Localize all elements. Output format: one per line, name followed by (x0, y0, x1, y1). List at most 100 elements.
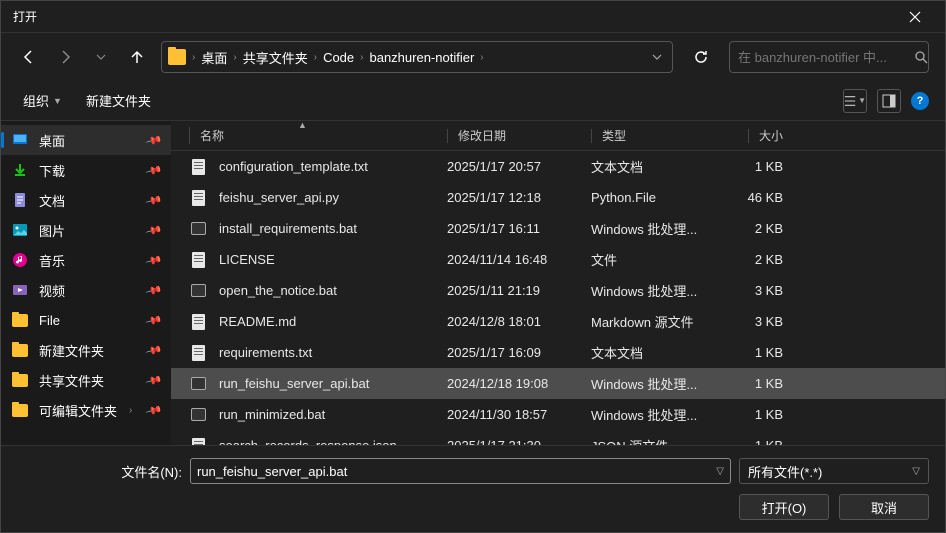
file-size: 1 KB (721, 345, 791, 360)
file-row[interactable]: requirements.txt 2025/1/17 16:09 文本文档 1 … (171, 337, 945, 368)
column-header-size[interactable]: 大小 (721, 127, 791, 144)
window-title: 打开 (9, 8, 893, 25)
file-type: 文本文档 (591, 157, 721, 176)
file-type: Windows 批处理... (591, 219, 721, 238)
sidebar-item-File[interactable]: File 📌 (1, 305, 171, 335)
sidebar-item-音乐[interactable]: 音乐 📌 (1, 245, 171, 275)
navbar: › 桌面 › 共享文件夹 › Code › banzhuren-notifier… (1, 33, 945, 81)
sidebar-item-label: 桌面 (39, 131, 65, 150)
breadcrumb-item[interactable]: banzhuren-notifier (369, 50, 474, 65)
pin-icon: 📌 (145, 221, 163, 239)
file-size: 2 KB (721, 221, 791, 236)
file-row[interactable]: search_records_response.json 2025/1/17 2… (171, 430, 945, 445)
file-date: 2025/1/11 21:19 (447, 283, 591, 298)
view-button[interactable]: ▼ (843, 89, 867, 113)
filename-field[interactable]: ▽ (190, 458, 731, 484)
pin-icon: 📌 (145, 281, 163, 299)
column-header-date[interactable]: 修改日期 (447, 127, 591, 144)
file-row[interactable]: feishu_server_api.py 2025/1/17 12:18 Pyt… (171, 182, 945, 213)
breadcrumb-item[interactable]: 桌面 (201, 48, 227, 67)
file-date: 2025/1/17 16:11 (447, 221, 591, 236)
file-row[interactable]: README.md 2024/12/8 18:01 Markdown 源文件 3… (171, 306, 945, 337)
sidebar-item-共享文件夹[interactable]: 共享文件夹 📌 (1, 365, 171, 395)
pin-icon: 📌 (145, 341, 163, 359)
file-row[interactable]: run_feishu_server_api.bat 2024/12/18 19:… (171, 368, 945, 399)
cancel-button[interactable]: 取消 (839, 494, 929, 520)
sidebar-item-可编辑文件夹[interactable]: 可编辑文件夹 › 📌 (1, 395, 171, 425)
close-button[interactable] (893, 1, 937, 32)
file-icon (189, 251, 207, 269)
chevron-right-icon: › (129, 405, 132, 416)
sidebar-item-视频[interactable]: 视频 📌 (1, 275, 171, 305)
forward-button[interactable] (53, 45, 77, 69)
file-date: 2024/12/8 18:01 (447, 314, 591, 329)
file-name: search_records_response.json (219, 438, 397, 445)
file-icon (189, 313, 207, 331)
back-button[interactable] (17, 45, 41, 69)
file-icon (189, 189, 207, 207)
chevron-right-icon: › (314, 52, 317, 63)
file-type: 文件 (591, 250, 721, 269)
chevron-down-icon: ▼ (53, 96, 62, 106)
search-icon (914, 50, 928, 64)
file-type: 文本文档 (591, 343, 721, 362)
chevron-down-icon[interactable] (648, 48, 666, 66)
recent-dropdown[interactable] (89, 45, 113, 69)
sidebar-item-桌面[interactable]: 桌面 📌 (1, 125, 171, 155)
file-size: 3 KB (721, 314, 791, 329)
file-name: run_minimized.bat (219, 407, 325, 422)
column-headers: ▲ 名称 修改日期 类型 大小 (171, 121, 945, 151)
preview-button[interactable] (877, 89, 901, 113)
chevron-down-icon[interactable]: ▽ (716, 466, 724, 477)
file-icon (189, 220, 207, 238)
sidebar-item-图片[interactable]: 图片 📌 (1, 215, 171, 245)
filename-input[interactable] (197, 464, 716, 479)
folder-icon (11, 401, 29, 419)
sidebar-item-文档[interactable]: 文档 📌 (1, 185, 171, 215)
folder-icon (11, 311, 29, 329)
help-button[interactable]: ? (911, 92, 929, 110)
open-dialog: 打开 › 桌面 › 共享文件夹 › Code › banzhuren-notif… (0, 0, 946, 533)
file-size: 3 KB (721, 283, 791, 298)
file-date: 2024/11/30 18:57 (447, 407, 591, 422)
sidebar-item-新建文件夹[interactable]: 新建文件夹 📌 (1, 335, 171, 365)
file-row[interactable]: install_requirements.bat 2025/1/17 16:11… (171, 213, 945, 244)
file-row[interactable]: configuration_template.txt 2025/1/17 20:… (171, 151, 945, 182)
file-size: 1 KB (721, 407, 791, 422)
sidebar-item-下载[interactable]: 下载 📌 (1, 155, 171, 185)
column-header-type[interactable]: 类型 (591, 127, 721, 144)
breadcrumb-item[interactable]: 共享文件夹 (243, 48, 308, 67)
file-row[interactable]: run_minimized.bat 2024/11/30 18:57 Windo… (171, 399, 945, 430)
chevron-right-icon: › (233, 52, 236, 63)
sidebar-item-label: 文档 (39, 191, 65, 210)
refresh-button[interactable] (685, 41, 717, 73)
download-icon (11, 161, 29, 179)
file-row[interactable]: open_the_notice.bat 2025/1/11 21:19 Wind… (171, 275, 945, 306)
column-header-name[interactable]: 名称 (189, 127, 447, 144)
file-date: 2024/12/18 19:08 (447, 376, 591, 391)
pin-icon: 📌 (145, 371, 163, 389)
file-name: requirements.txt (219, 345, 312, 360)
folder-icon (168, 49, 186, 65)
file-list: ▲ 名称 修改日期 类型 大小 configuration_template.t… (171, 121, 945, 445)
up-button[interactable] (125, 45, 149, 69)
sidebar: 桌面 📌 下载 📌 文档 📌 图片 📌 音乐 📌 视频 📌 File 📌 新建文… (1, 121, 171, 445)
titlebar: 打开 (1, 1, 945, 33)
organize-button[interactable]: 组织▼ (17, 87, 68, 114)
file-date: 2025/1/17 12:18 (447, 190, 591, 205)
file-name: LICENSE (219, 252, 275, 267)
open-button[interactable]: 打开(O) (739, 494, 829, 520)
new-folder-button[interactable]: 新建文件夹 (80, 87, 157, 114)
file-size: 1 KB (721, 376, 791, 391)
folder-icon (11, 341, 29, 359)
file-type-filter[interactable]: 所有文件(*.*) ▽ (739, 458, 929, 484)
toolbar: 组织▼ 新建文件夹 ▼ ? (1, 81, 945, 121)
file-row[interactable]: LICENSE 2024/11/14 16:48 文件 2 KB (171, 244, 945, 275)
file-type: JSON 源文件 (591, 436, 721, 445)
breadcrumb[interactable]: › 桌面 › 共享文件夹 › Code › banzhuren-notifier… (161, 41, 673, 73)
file-list-body[interactable]: configuration_template.txt 2025/1/17 20:… (171, 151, 945, 445)
search-box[interactable] (729, 41, 929, 73)
search-input[interactable] (738, 50, 914, 65)
desktop-icon (11, 131, 29, 149)
breadcrumb-item[interactable]: Code (323, 50, 354, 65)
